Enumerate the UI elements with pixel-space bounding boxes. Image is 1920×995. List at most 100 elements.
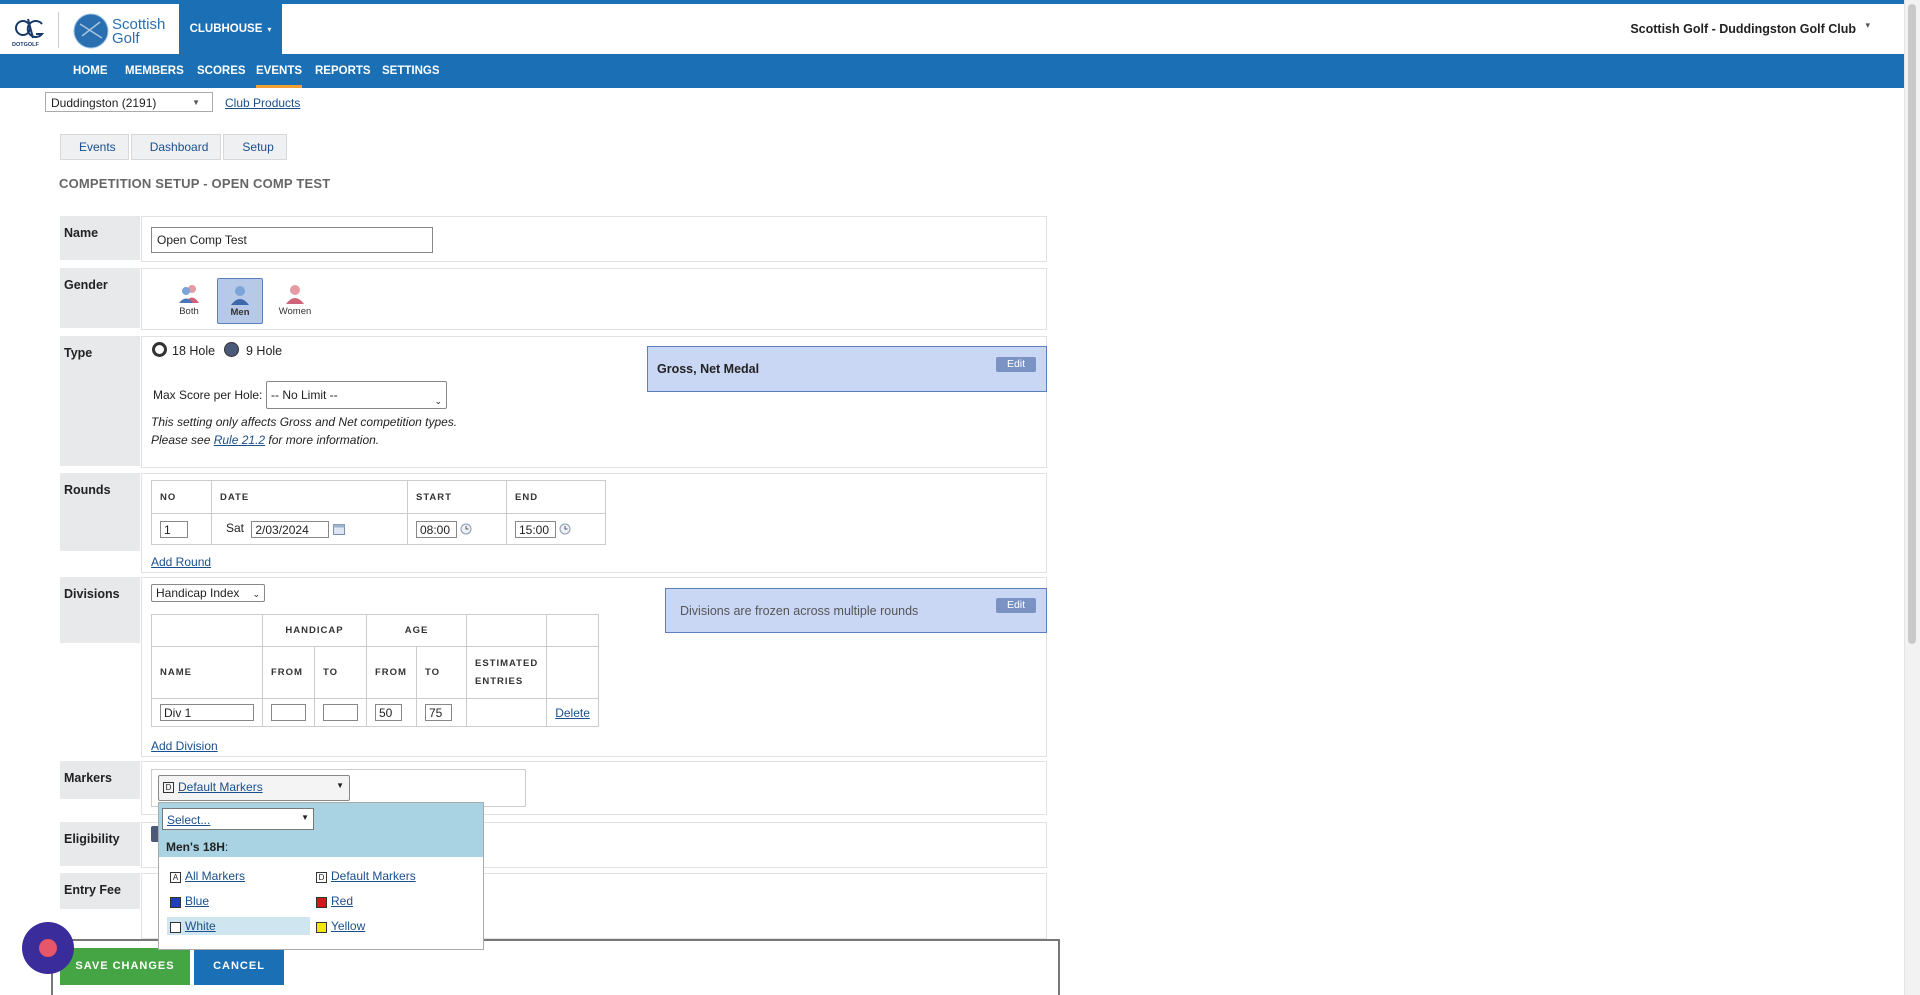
club-select[interactable]: Duddingston (2191) ▼ (45, 92, 213, 112)
type-9-hole-label: 9 Hole (246, 344, 283, 358)
dotgolf-logo[interactable]: DOTGOLF (12, 14, 46, 48)
table-row: 1 Sat 2/03/2024 08:00 15:00 (151, 513, 606, 545)
rule-21-2-link[interactable]: Rule 21.2 (214, 433, 265, 447)
divisions-header-blank (151, 614, 263, 647)
type-note-prefix: Please see (151, 433, 214, 447)
division-age-from-input[interactable]: 50 (375, 704, 402, 721)
nav-events[interactable]: EVENTS (256, 54, 303, 88)
division-age-to-input[interactable]: 75 (425, 704, 452, 721)
club-products-link[interactable]: Club Products (225, 96, 300, 110)
type-panel: 18 Hole 9 Hole Max Score per Hole: -- No… (141, 336, 1047, 468)
marker-option-default[interactable]: Default Markers (331, 869, 416, 883)
divisions-panel: Handicap Index ⌄ HANDICAP AGE NAME FROM … (141, 577, 1047, 757)
gender-both-button[interactable]: Both (166, 278, 212, 324)
yellow-swatch-icon (316, 922, 327, 933)
marker-option-white[interactable]: White (185, 919, 216, 933)
round-date-input[interactable]: 2/03/2024 (251, 520, 330, 538)
gender-both-label: Both (179, 306, 199, 317)
round-no-input[interactable]: 1 (160, 520, 188, 538)
round-end-input[interactable]: 15:00 (515, 520, 556, 538)
type-section-label: Type (60, 336, 140, 466)
breadcrumb-setup[interactable]: Setup (223, 134, 287, 160)
max-score-select[interactable]: -- No Limit -- ⌄ (266, 381, 447, 409)
breadcrumb-dashboard[interactable]: Dashboard (130, 134, 222, 160)
type-note-line1: This setting only affects Gross and Net … (151, 415, 458, 429)
breadcrumb: Events Dashboard Setup (60, 134, 289, 160)
club-name[interactable]: Scottish Golf - Duddingston Golf Club (1630, 22, 1856, 36)
nav-members[interactable]: MEMBERS (125, 54, 184, 88)
chevron-down-icon: ⌄ (434, 396, 442, 406)
rounds-header-no: NO (151, 480, 212, 514)
gender-men-button[interactable]: Men (217, 278, 263, 324)
markers-section-label: Markers (60, 761, 140, 799)
page-scrollbar[interactable] (1904, 0, 1920, 995)
division-type-select[interactable]: Handicap Index ⌄ (151, 584, 265, 602)
calendar-icon[interactable] (332, 523, 345, 535)
white-swatch-icon (170, 922, 181, 933)
divisions-header-blank3 (546, 614, 599, 647)
logo-divider (58, 12, 59, 48)
clock-icon[interactable] (460, 523, 472, 535)
entries-label: ENTRIES (475, 675, 524, 687)
marker-option-all[interactable]: All Markers (185, 869, 245, 883)
breadcrumb-events[interactable]: Events (60, 134, 129, 160)
eligibility-section-label: Eligibility (60, 822, 140, 866)
divisions-edit-button[interactable]: Edit (996, 598, 1036, 613)
chevron-down-icon[interactable]: ▾ (1865, 20, 1870, 31)
blue-swatch-icon (170, 897, 181, 908)
scottish-golf-logo[interactable]: Scottish Golf (72, 12, 182, 50)
type-note-suffix: for more information. (265, 433, 380, 447)
name-panel: Open Comp Test (141, 216, 1047, 262)
app-header: DOTGOLF Scottish Golf CLUBHOUSE ▾ Scotti… (0, 4, 1904, 54)
table-row: Div 1 50 75 Delete (151, 698, 599, 727)
delete-division-link[interactable]: Delete (555, 706, 590, 720)
markers-select[interactable]: D Default Markers ▼ (158, 775, 350, 801)
entry-fee-section-label: Entry Fee (60, 873, 140, 909)
division-estimated-cell (465, 698, 548, 727)
format-box: Gross, Net Medal Edit (647, 346, 1047, 392)
clubhouse-menu-button[interactable]: CLUBHOUSE ▾ (179, 4, 282, 54)
type-9-hole-radio[interactable] (224, 342, 239, 357)
max-score-label: Max Score per Hole: (153, 388, 263, 402)
chat-launcher-button[interactable] (22, 922, 74, 974)
divisions-section-label: Divisions (60, 577, 140, 643)
markers-dropdown-header: Select... ▼ Men's 18H: (159, 803, 483, 857)
divisions-header-estimated-entries: ESTIMATED ENTRIES (465, 646, 548, 699)
nav-home[interactable]: HOME (73, 54, 108, 88)
division-hcp-to-input[interactable] (323, 704, 358, 721)
gender-women-label: Women (278, 306, 312, 317)
divisions-header-handicap: HANDICAP (262, 614, 367, 647)
chevron-down-icon: ⌄ (252, 589, 260, 599)
nav-settings[interactable]: SETTINGS (382, 54, 440, 88)
nav-scores[interactable]: SCORES (197, 54, 246, 88)
save-changes-button[interactable]: SAVE CHANGES (60, 948, 190, 985)
club-select-value: Duddingston (2191) (51, 96, 157, 110)
divisions-header-hcp-from: FROM (262, 646, 315, 699)
default-markers-icon: D (316, 872, 327, 883)
add-division-link[interactable]: Add Division (151, 739, 218, 753)
max-score-value: -- No Limit -- (271, 388, 338, 402)
marker-option-red[interactable]: Red (331, 894, 353, 908)
rounds-header-date: DATE (211, 480, 408, 514)
clock-icon[interactable] (559, 523, 571, 535)
gender-women-button[interactable]: Women (272, 278, 318, 324)
division-hcp-from-input[interactable] (271, 704, 306, 721)
scrollbar-thumb[interactable] (1908, 4, 1916, 644)
division-name-input[interactable]: Div 1 (160, 704, 254, 721)
marker-option-blue[interactable]: Blue (185, 894, 209, 908)
chevron-down-icon: ▾ (267, 24, 272, 34)
red-swatch-icon (316, 897, 327, 908)
competition-name-input[interactable]: Open Comp Test (151, 227, 433, 253)
main-nav: HOME MEMBERS SCORES EVENTS REPORTS SETTI… (0, 54, 1904, 88)
round-start-input[interactable]: 08:00 (416, 520, 457, 538)
nav-reports[interactable]: REPORTS (315, 54, 371, 88)
markers-search-select[interactable]: Select... ▼ (162, 808, 314, 830)
cancel-button[interactable]: CANCEL (194, 948, 284, 985)
markers-selected-value: Default Markers (178, 780, 263, 794)
type-18-hole-radio[interactable] (152, 342, 167, 357)
add-round-link[interactable]: Add Round (151, 555, 211, 569)
marker-option-yellow[interactable]: Yellow (331, 919, 365, 933)
markers-search-placeholder: Select... (167, 813, 211, 827)
divisions-header-hcp-to: TO (314, 646, 367, 699)
format-edit-button[interactable]: Edit (996, 357, 1036, 372)
